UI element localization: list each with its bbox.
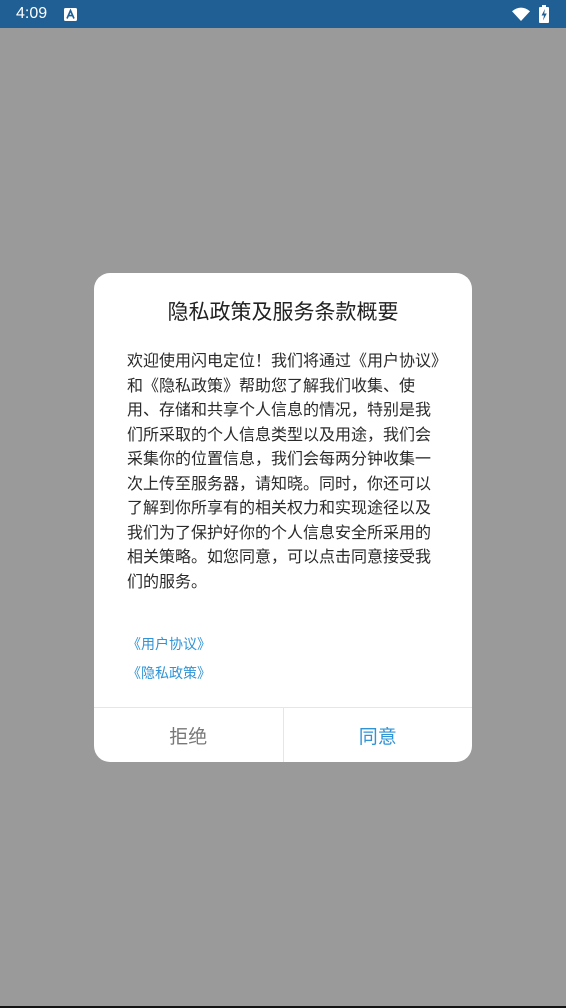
status-time: 4:09 — [16, 5, 48, 22]
app-screen: 4:09 隐私政策及服务条款概要 欢迎使用闪电定位！我们将通过《用户协议》和《隐… — [0, 0, 566, 1008]
privacy-dialog: 隐私政策及服务条款概要 欢迎使用闪电定位！我们将通过《用户协议》和《隐私政策》帮… — [94, 273, 472, 762]
a-notification-icon — [64, 8, 77, 21]
battery-charging-icon — [539, 5, 549, 23]
reject-button[interactable]: 拒绝 — [94, 708, 284, 762]
privacy-policy-link[interactable]: 《隐私政策》 — [127, 665, 211, 683]
status-bar: 4:09 — [0, 0, 566, 28]
user-agreement-link[interactable]: 《用户协议》 — [127, 636, 211, 654]
wifi-icon — [512, 7, 530, 21]
agree-button[interactable]: 同意 — [284, 708, 473, 762]
dialog-title: 隐私政策及服务条款概要 — [167, 300, 399, 324]
dialog-button-bar: 拒绝 同意 — [94, 707, 472, 762]
dialog-body-text: 欢迎使用闪电定位！我们将通过《用户协议》和《隐私政策》帮助您了解我们收集、使用、… — [127, 351, 440, 591]
